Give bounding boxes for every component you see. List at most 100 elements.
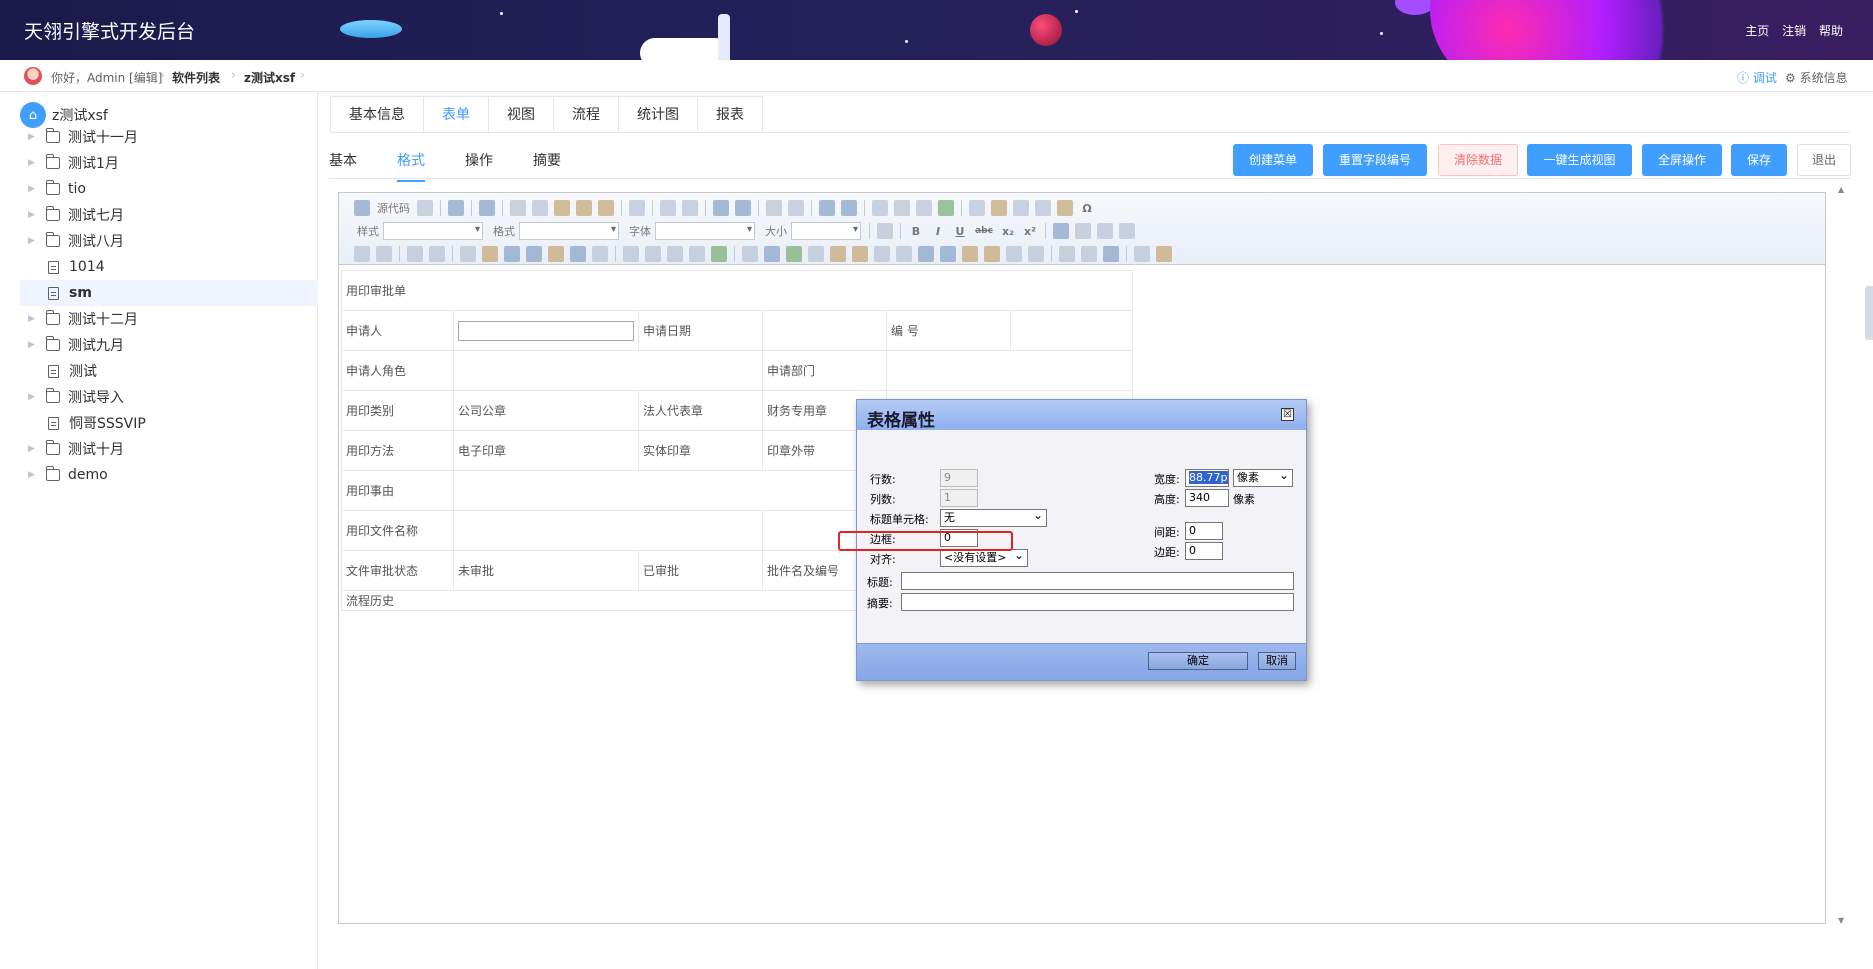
redo-icon[interactable] — [682, 200, 698, 216]
tab-basic-info[interactable]: 基本信息 — [331, 97, 424, 133]
applicant-input[interactable] — [458, 320, 634, 341]
tab-field-icon[interactable] — [1006, 246, 1022, 262]
link-icon[interactable] — [1059, 246, 1075, 262]
select-all-icon[interactable] — [766, 200, 782, 216]
caption-input[interactable] — [901, 572, 1294, 590]
legal-seal-option[interactable]: 法人代表章 — [638, 390, 763, 431]
caret-right-icon[interactable]: ▶ — [28, 236, 40, 246]
cancel-button[interactable]: 取消 — [1258, 652, 1296, 670]
image-field-icon[interactable] — [667, 246, 683, 262]
tree-item[interactable]: ▶ 测试十一月 — [20, 124, 318, 150]
pen-field-icon[interactable] — [874, 246, 890, 262]
tree-item[interactable]: ▶ 测试八月 — [20, 228, 318, 254]
rows-input[interactable]: 9 — [940, 469, 978, 487]
number-cell[interactable] — [1010, 310, 1133, 351]
div-icon[interactable] — [938, 200, 954, 216]
header-cell-select[interactable]: 无 — [940, 507, 1047, 527]
unlink-icon[interactable] — [1081, 246, 1097, 262]
qrcode-field-icon[interactable] — [896, 246, 912, 262]
save-button[interactable]: 保存 — [1731, 144, 1787, 176]
spellcheck-icon[interactable] — [629, 200, 645, 216]
tab-chart[interactable]: 统计图 — [619, 97, 698, 133]
tree-item[interactable]: ▶ 测试十月 — [20, 436, 318, 462]
align-justify-icon[interactable] — [1119, 223, 1135, 239]
seal-type-label[interactable]: 用印类别 — [341, 390, 454, 431]
copy-icon[interactable] — [532, 200, 548, 216]
e-seal-option[interactable]: 电子印章 — [453, 430, 639, 471]
generate-view-button[interactable]: 一键生成视图 — [1527, 144, 1632, 176]
approved-option[interactable]: 已审批 — [638, 550, 763, 591]
table-icon[interactable] — [1013, 200, 1029, 216]
smiley-icon[interactable] — [1057, 200, 1073, 216]
not-approved-option[interactable]: 未审批 — [453, 550, 639, 591]
seal-method-label[interactable]: 用印方法 — [341, 430, 454, 471]
caret-right-icon[interactable]: ▶ — [28, 184, 40, 194]
caret-right-icon[interactable]: ▶ — [28, 444, 40, 454]
align-center-icon[interactable] — [1075, 223, 1091, 239]
debug-link[interactable]: ⓘ 调试 — [1737, 69, 1777, 86]
strike-button[interactable]: abc — [974, 226, 994, 236]
flow-field-icon[interactable] — [984, 246, 1000, 262]
caret-right-icon[interactable]: ▶ — [28, 210, 40, 220]
number-label[interactable]: 编 号 — [886, 310, 1011, 351]
special-char-icon[interactable]: Ω — [1079, 202, 1095, 215]
caret-right-icon[interactable]: ▶ — [28, 314, 40, 324]
spacing-input[interactable]: 0 — [1185, 522, 1223, 540]
apply-dept-cell[interactable] — [886, 350, 1133, 391]
applicant-role-cell[interactable] — [453, 350, 763, 391]
doc-name-label[interactable]: 用印文件名称 — [341, 510, 454, 551]
tab-report[interactable]: 报表 — [698, 97, 762, 133]
calc-field-icon[interactable] — [808, 246, 824, 262]
editor-scrollbar[interactable]: ▲ ▼ — [1838, 185, 1846, 925]
find-icon[interactable] — [713, 200, 729, 216]
view-field-icon[interactable] — [764, 246, 780, 262]
summary-input[interactable] — [901, 593, 1294, 611]
applicant-cell[interactable] — [453, 310, 639, 351]
align-select[interactable]: <没有设置> — [940, 547, 1028, 567]
department-field-icon[interactable] — [504, 246, 520, 262]
preview-icon[interactable] — [448, 200, 464, 216]
greeting-text[interactable]: 你好，Admin [编辑] — [51, 69, 162, 86]
blockquote-icon[interactable] — [916, 200, 932, 216]
bold-button[interactable]: B — [908, 225, 924, 238]
paste-text-icon[interactable] — [576, 200, 592, 216]
subscript-button[interactable]: x₂ — [1000, 225, 1016, 238]
breadcrumb-software-list[interactable]: 软件列表 — [172, 69, 220, 86]
tree-item[interactable]: sm — [20, 280, 318, 306]
tab-flow[interactable]: 流程 — [554, 97, 619, 133]
align-left-icon[interactable] — [1053, 223, 1069, 239]
textarea-field-icon[interactable] — [429, 246, 445, 262]
remove-format-icon[interactable] — [788, 200, 804, 216]
italic-button[interactable]: I — [930, 225, 946, 238]
fullscreen-button[interactable]: 全屏操作 — [1642, 144, 1722, 176]
horizontal-rule-icon[interactable] — [1035, 200, 1051, 216]
nav-home-link[interactable]: 主页 — [1745, 24, 1769, 38]
create-menu-button[interactable]: 创建菜单 — [1233, 144, 1313, 176]
apply-dept-label[interactable]: 申请部门 — [762, 350, 887, 391]
caret-right-icon[interactable]: ▶ — [28, 392, 40, 402]
survey-field-icon[interactable] — [940, 246, 956, 262]
tree-item[interactable]: ▶ 测试七月 — [20, 202, 318, 228]
width-unit-select[interactable]: 像素 — [1233, 467, 1293, 487]
anchor-icon[interactable] — [1103, 246, 1119, 262]
button-field-icon[interactable] — [711, 246, 727, 262]
cols-input[interactable]: 1 — [940, 489, 978, 507]
subform-icon[interactable] — [592, 246, 608, 262]
select-field-icon[interactable] — [460, 246, 476, 262]
apply-date-label[interactable]: 申请日期 — [638, 310, 763, 351]
map-field-icon[interactable] — [786, 246, 802, 262]
breadcrumb-current-app[interactable]: z测试xsf — [244, 69, 295, 86]
source-code-button[interactable]: 源代码 — [377, 200, 410, 216]
office-field-icon[interactable] — [830, 246, 846, 262]
save-doc-icon[interactable] — [417, 200, 433, 216]
tab-view[interactable]: 视图 — [489, 97, 554, 133]
outdent-icon[interactable] — [872, 200, 888, 216]
company-seal-option[interactable]: 公司公章 — [453, 390, 639, 431]
word-field-icon[interactable] — [918, 246, 934, 262]
flash-icon[interactable] — [991, 200, 1007, 216]
bulleted-list-icon[interactable] — [841, 200, 857, 216]
tree-item[interactable]: ▶ 测试十二月 — [20, 306, 318, 332]
height-input[interactable]: 340 — [1185, 489, 1229, 507]
paste-icon[interactable] — [554, 200, 570, 216]
bank-field-icon[interactable] — [526, 246, 542, 262]
